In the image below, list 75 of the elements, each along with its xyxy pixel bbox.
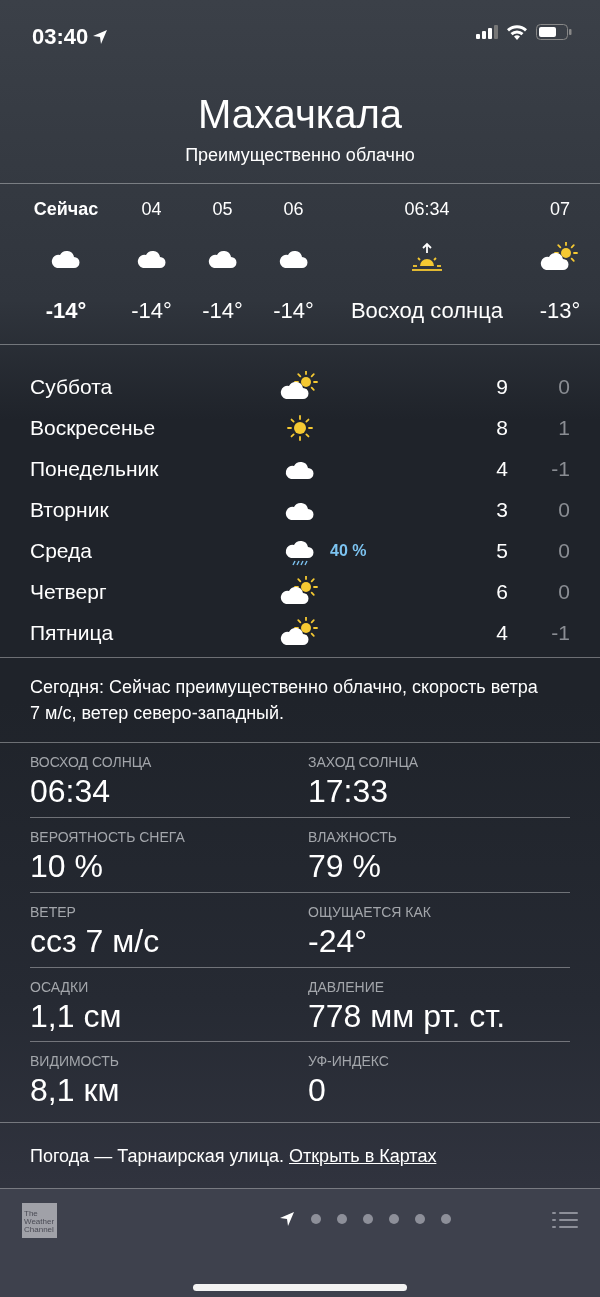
location-arrow-icon	[92, 28, 109, 45]
hour-temperature: -14°	[131, 297, 172, 325]
detail-value: 0	[308, 1072, 326, 1110]
page-dot[interactable]	[388, 1214, 399, 1225]
day-name: Четверг	[30, 578, 108, 605]
detail-label: УФ-ИНДЕКС	[308, 1052, 389, 1072]
detail-label: ОСАДКИ	[30, 977, 89, 997]
hour-temperature: -14°	[273, 297, 314, 325]
open-in-maps-link[interactable]: Открыть в Картах	[289, 1146, 437, 1167]
page-dot[interactable]	[362, 1214, 373, 1225]
hour-label: Сейчас	[33, 198, 99, 220]
list-icon[interactable]	[552, 1211, 578, 1230]
hour-label: 07	[550, 198, 570, 220]
low-temperature: 0	[558, 374, 570, 398]
hour-label: 04	[141, 198, 162, 220]
location-arrow-icon[interactable]	[278, 1211, 295, 1228]
low-temperature: 1	[558, 415, 570, 439]
clock-time: 03:40	[32, 23, 89, 51]
hour-label: 06	[283, 198, 304, 220]
home-indicator[interactable]	[193, 1284, 407, 1292]
battery-icon	[536, 24, 572, 40]
detail-value: 1,1 см	[30, 997, 122, 1035]
forecast-summary: Сегодня: Сейчас преимущественно облачно, скорость ветра 7 м/с, ветер северо-западный.	[29, 676, 539, 726]
detail-value: 8,1 км	[30, 1072, 120, 1110]
detail-label: ВЛАЖНОСТЬ	[308, 828, 398, 847]
detail-value: 10 %	[30, 848, 103, 885]
city-name: Махачкала	[197, 94, 403, 134]
high-temperature: 5	[496, 538, 508, 562]
high-temperature: 6	[496, 579, 508, 603]
detail-value: 778 мм рт. ст.	[308, 997, 506, 1035]
day-name: Вторник	[30, 496, 110, 523]
sunrise-icon	[409, 242, 445, 274]
detail-label: ВИДИМОСТЬ	[30, 1052, 119, 1072]
day-name: Суббота	[30, 373, 114, 400]
page-dot[interactable]	[336, 1214, 347, 1225]
high-temperature: 8	[496, 415, 508, 439]
detail-label: ДАВЛЕНИЕ	[308, 977, 385, 997]
page-dot[interactable]	[414, 1214, 425, 1225]
high-temperature: 4	[496, 456, 508, 480]
detail-value: 17:33	[308, 773, 389, 810]
weather-channel-logo[interactable]: The Weather Channel	[22, 1203, 57, 1239]
hour-temperature: -14°	[202, 297, 243, 325]
day-name: Воскресенье	[30, 414, 157, 441]
high-temperature: 4	[496, 620, 508, 644]
hour-temperature: -13°	[539, 297, 581, 325]
precipitation-chance: 40 %	[330, 541, 367, 559]
detail-label: ВЕТЕР	[30, 902, 76, 922]
low-temperature: 0	[558, 579, 570, 603]
page-dot[interactable]	[310, 1214, 321, 1225]
day-name: Понедельник	[30, 455, 160, 482]
low-temperature: 0	[558, 538, 570, 562]
low-temperature: -1	[551, 620, 570, 644]
hour-label: 06:34	[404, 198, 450, 220]
day-name: Среда	[30, 537, 93, 564]
detail-value: ссз 7 м/с	[30, 922, 160, 960]
day-name: Пятница	[30, 619, 115, 646]
hour-temperature: -14°	[45, 297, 87, 325]
page-dot[interactable]	[440, 1214, 451, 1225]
low-temperature: 0	[558, 497, 570, 521]
detail-value: -24°	[308, 922, 368, 960]
detail-value: 79 %	[308, 848, 381, 885]
high-temperature: 9	[496, 374, 508, 398]
detail-label: ВЕРОЯТНОСТЬ СНЕГА	[30, 828, 185, 847]
weather-condition: Преимущественно облачно	[185, 144, 415, 167]
detail-label: ЗАХОД СОЛНЦА	[308, 753, 419, 773]
signal-icon	[476, 25, 498, 39]
wifi-icon	[506, 24, 528, 40]
detail-value: 06:34	[30, 773, 111, 810]
low-temperature: -1	[551, 456, 570, 480]
attribution-text: Погода — Тарнаирская улица.	[30, 1146, 285, 1167]
detail-label: ОЩУЩАЕТСЯ КАК	[308, 902, 432, 922]
detail-label: ВОСХОД СОЛНЦА	[30, 753, 152, 773]
sunrise-label: Восход солнца	[350, 297, 504, 325]
hour-label: 05	[212, 198, 233, 220]
high-temperature: 3	[496, 497, 508, 521]
